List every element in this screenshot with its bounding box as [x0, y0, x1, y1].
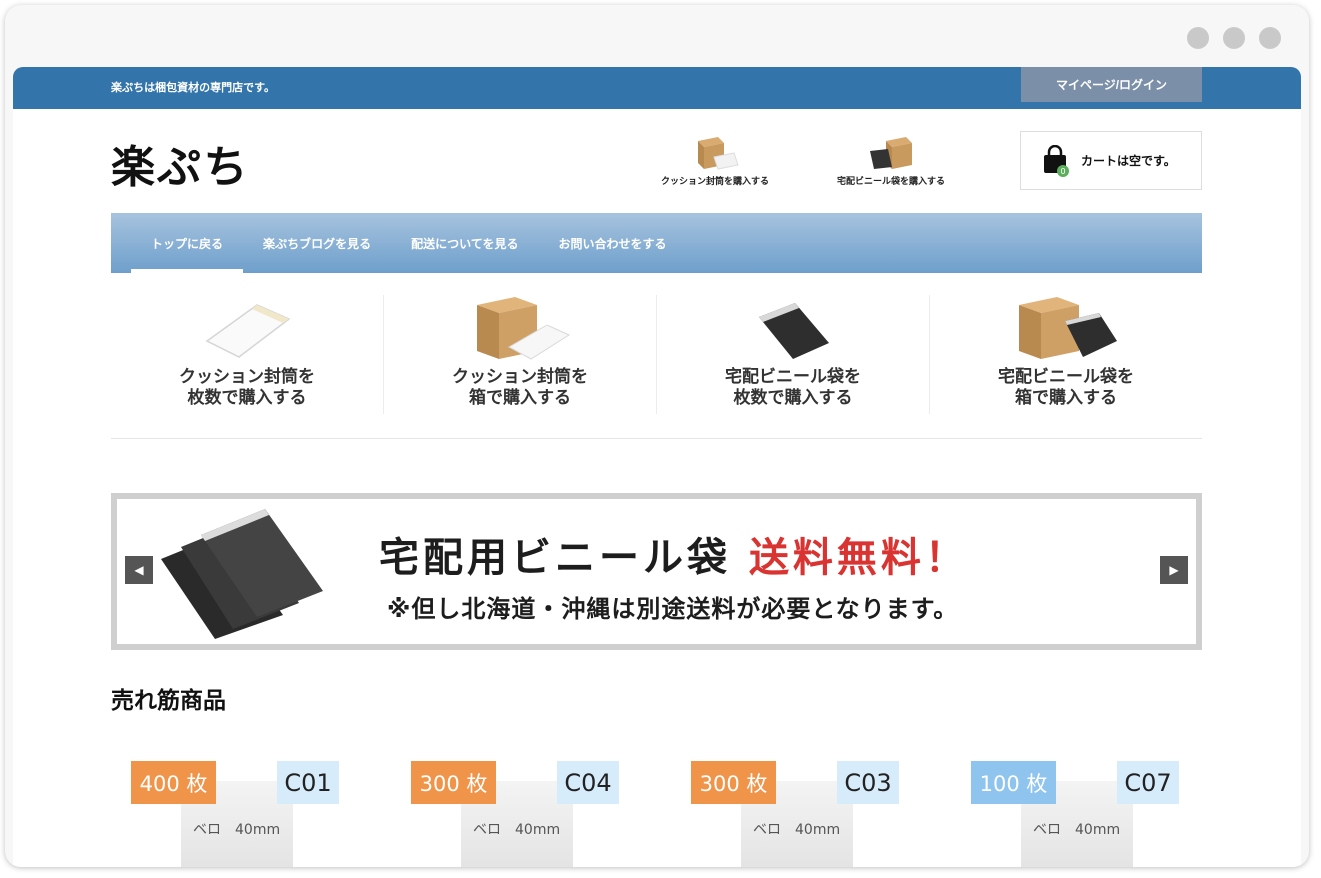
- product-code-badge: C04: [557, 761, 619, 804]
- product-code-badge: C03: [837, 761, 899, 804]
- product-quantity-badge: 300 枚: [411, 761, 496, 804]
- product-card[interactable]: ベロ 40mm 400 枚 C01: [131, 761, 339, 867]
- product-code-badge: C01: [277, 761, 339, 804]
- nav-item-top[interactable]: トップに戻る: [131, 213, 244, 273]
- category-cushion-by-box[interactable]: クッション封筒を 箱で購入する: [384, 295, 657, 414]
- product-card[interactable]: ベロ 40mm 300 枚 C03: [691, 761, 899, 867]
- category-vinyl-by-count[interactable]: 宅配ビニール袋を 枚数で購入する: [657, 295, 930, 414]
- product-spec: ベロ 40mm: [193, 822, 281, 838]
- cart-count: 0: [1060, 167, 1065, 176]
- chevron-left-icon: ◀: [134, 563, 144, 577]
- category-cushion-by-count[interactable]: クッション封筒を 枚数で購入する: [111, 295, 384, 414]
- vinyl-bag-box-icon: [870, 137, 912, 169]
- promo-banner[interactable]: 宅配用ビニール袋 送料無料！ ※但し北海道・沖縄は別途送料が必要となります。 ◀…: [111, 493, 1202, 650]
- category-label: 宅配ビニール袋を 枚数で購入する: [725, 367, 861, 408]
- chevron-right-icon: ▶: [1169, 563, 1179, 577]
- product-quantity-badge: 400 枚: [131, 761, 216, 804]
- tagline: 楽ぷちは梱包資材の専門店です。: [111, 81, 276, 94]
- bestsellers-list: ベロ 40mm 400 枚 C01 ベロ 40mm 300 枚 C04 ベロ 4…: [131, 761, 1191, 867]
- product-spec: ベロ 40mm: [473, 822, 561, 838]
- login-button[interactable]: マイページ/ログイン: [1021, 67, 1202, 102]
- banner-prev-button[interactable]: ◀: [125, 556, 153, 584]
- category-label: クッション封筒を 箱で購入する: [452, 367, 588, 408]
- product-code-badge: C07: [1117, 761, 1179, 804]
- buy-vinyl-bag-link[interactable]: 宅配ビニール袋を購入する: [821, 135, 961, 187]
- bestsellers-title: 売れ筋商品: [111, 688, 226, 714]
- banner-headline-main: 宅配用ビニール袋: [379, 535, 731, 581]
- header-link-label: クッション封筒を購入する: [660, 177, 769, 187]
- category-label: 宅配ビニール袋を 箱で購入する: [998, 367, 1134, 408]
- banner-subline: ※但し北海道・沖縄は別途送料が必要となります。: [387, 595, 959, 623]
- nav-item-blog[interactable]: 楽ぷちブログを見る: [243, 213, 391, 273]
- product-spec: ベロ 40mm: [1033, 822, 1121, 838]
- product-quantity-badge: 300 枚: [691, 761, 776, 804]
- banner-headline-free-shipping: 送料無料！: [748, 535, 969, 581]
- nav-item-contact[interactable]: お問い合わせをする: [539, 213, 687, 273]
- browser-window: 楽ぷちは梱包資材の専門店です。 マイページ/ログイン 楽ぷち クッション封筒を購…: [5, 5, 1309, 867]
- window-dot[interactable]: [1259, 27, 1281, 49]
- category-row: クッション封筒を 枚数で購入する クッション封筒を 箱で購入する 宅配ビニール袋…: [111, 289, 1202, 439]
- header-link-label: 宅配ビニール袋を購入する: [836, 177, 945, 187]
- window-controls: [1187, 27, 1281, 49]
- product-spec: ベロ 40mm: [753, 822, 841, 838]
- top-bar: 楽ぷちは梱包資材の専門店です。 マイページ/ログイン: [13, 67, 1301, 109]
- buy-cushion-envelope-link[interactable]: クッション封筒を購入する: [645, 135, 785, 187]
- site-logo[interactable]: 楽ぷち: [111, 131, 249, 195]
- product-quantity-badge: 100 枚: [971, 761, 1056, 804]
- window-dot[interactable]: [1187, 27, 1209, 49]
- cushion-envelope-box-icon: [698, 137, 739, 170]
- cart-widget[interactable]: 0 カートは空です。: [1020, 131, 1202, 190]
- main-nav: トップに戻る 楽ぷちブログを見る 配送についてを見る お問い合わせをする: [111, 213, 1202, 273]
- site-header: 楽ぷち クッション封筒を購入する 宅配ビニール袋を購入する 0 カートは空です。: [13, 109, 1301, 213]
- category-vinyl-by-box[interactable]: 宅配ビニール袋を 箱で購入する: [930, 295, 1202, 414]
- window-dot[interactable]: [1223, 27, 1245, 49]
- category-label: クッション封筒を 枚数で購入する: [179, 367, 315, 408]
- box-with-envelope-icon: [477, 297, 571, 360]
- box-with-black-bag-icon: [1019, 297, 1117, 359]
- black-bag-icon: [759, 303, 829, 359]
- web-page: 楽ぷちは梱包資材の専門店です。 マイページ/ログイン 楽ぷち クッション封筒を購…: [13, 67, 1301, 867]
- product-card[interactable]: ベロ 40mm 100 枚 C07: [971, 761, 1179, 867]
- vinyl-bags-photo: [161, 509, 323, 639]
- product-card[interactable]: ベロ 40mm 300 枚 C04: [411, 761, 619, 867]
- nav-item-shipping[interactable]: 配送についてを見る: [391, 213, 538, 273]
- white-envelope-icon: [205, 304, 291, 358]
- banner-headline: 宅配用ビニール袋 送料無料！: [379, 525, 969, 583]
- shopping-bag-icon: 0: [1044, 144, 1069, 177]
- banner-next-button[interactable]: ▶: [1160, 556, 1188, 584]
- cart-label: カートは空です。: [1081, 154, 1176, 168]
